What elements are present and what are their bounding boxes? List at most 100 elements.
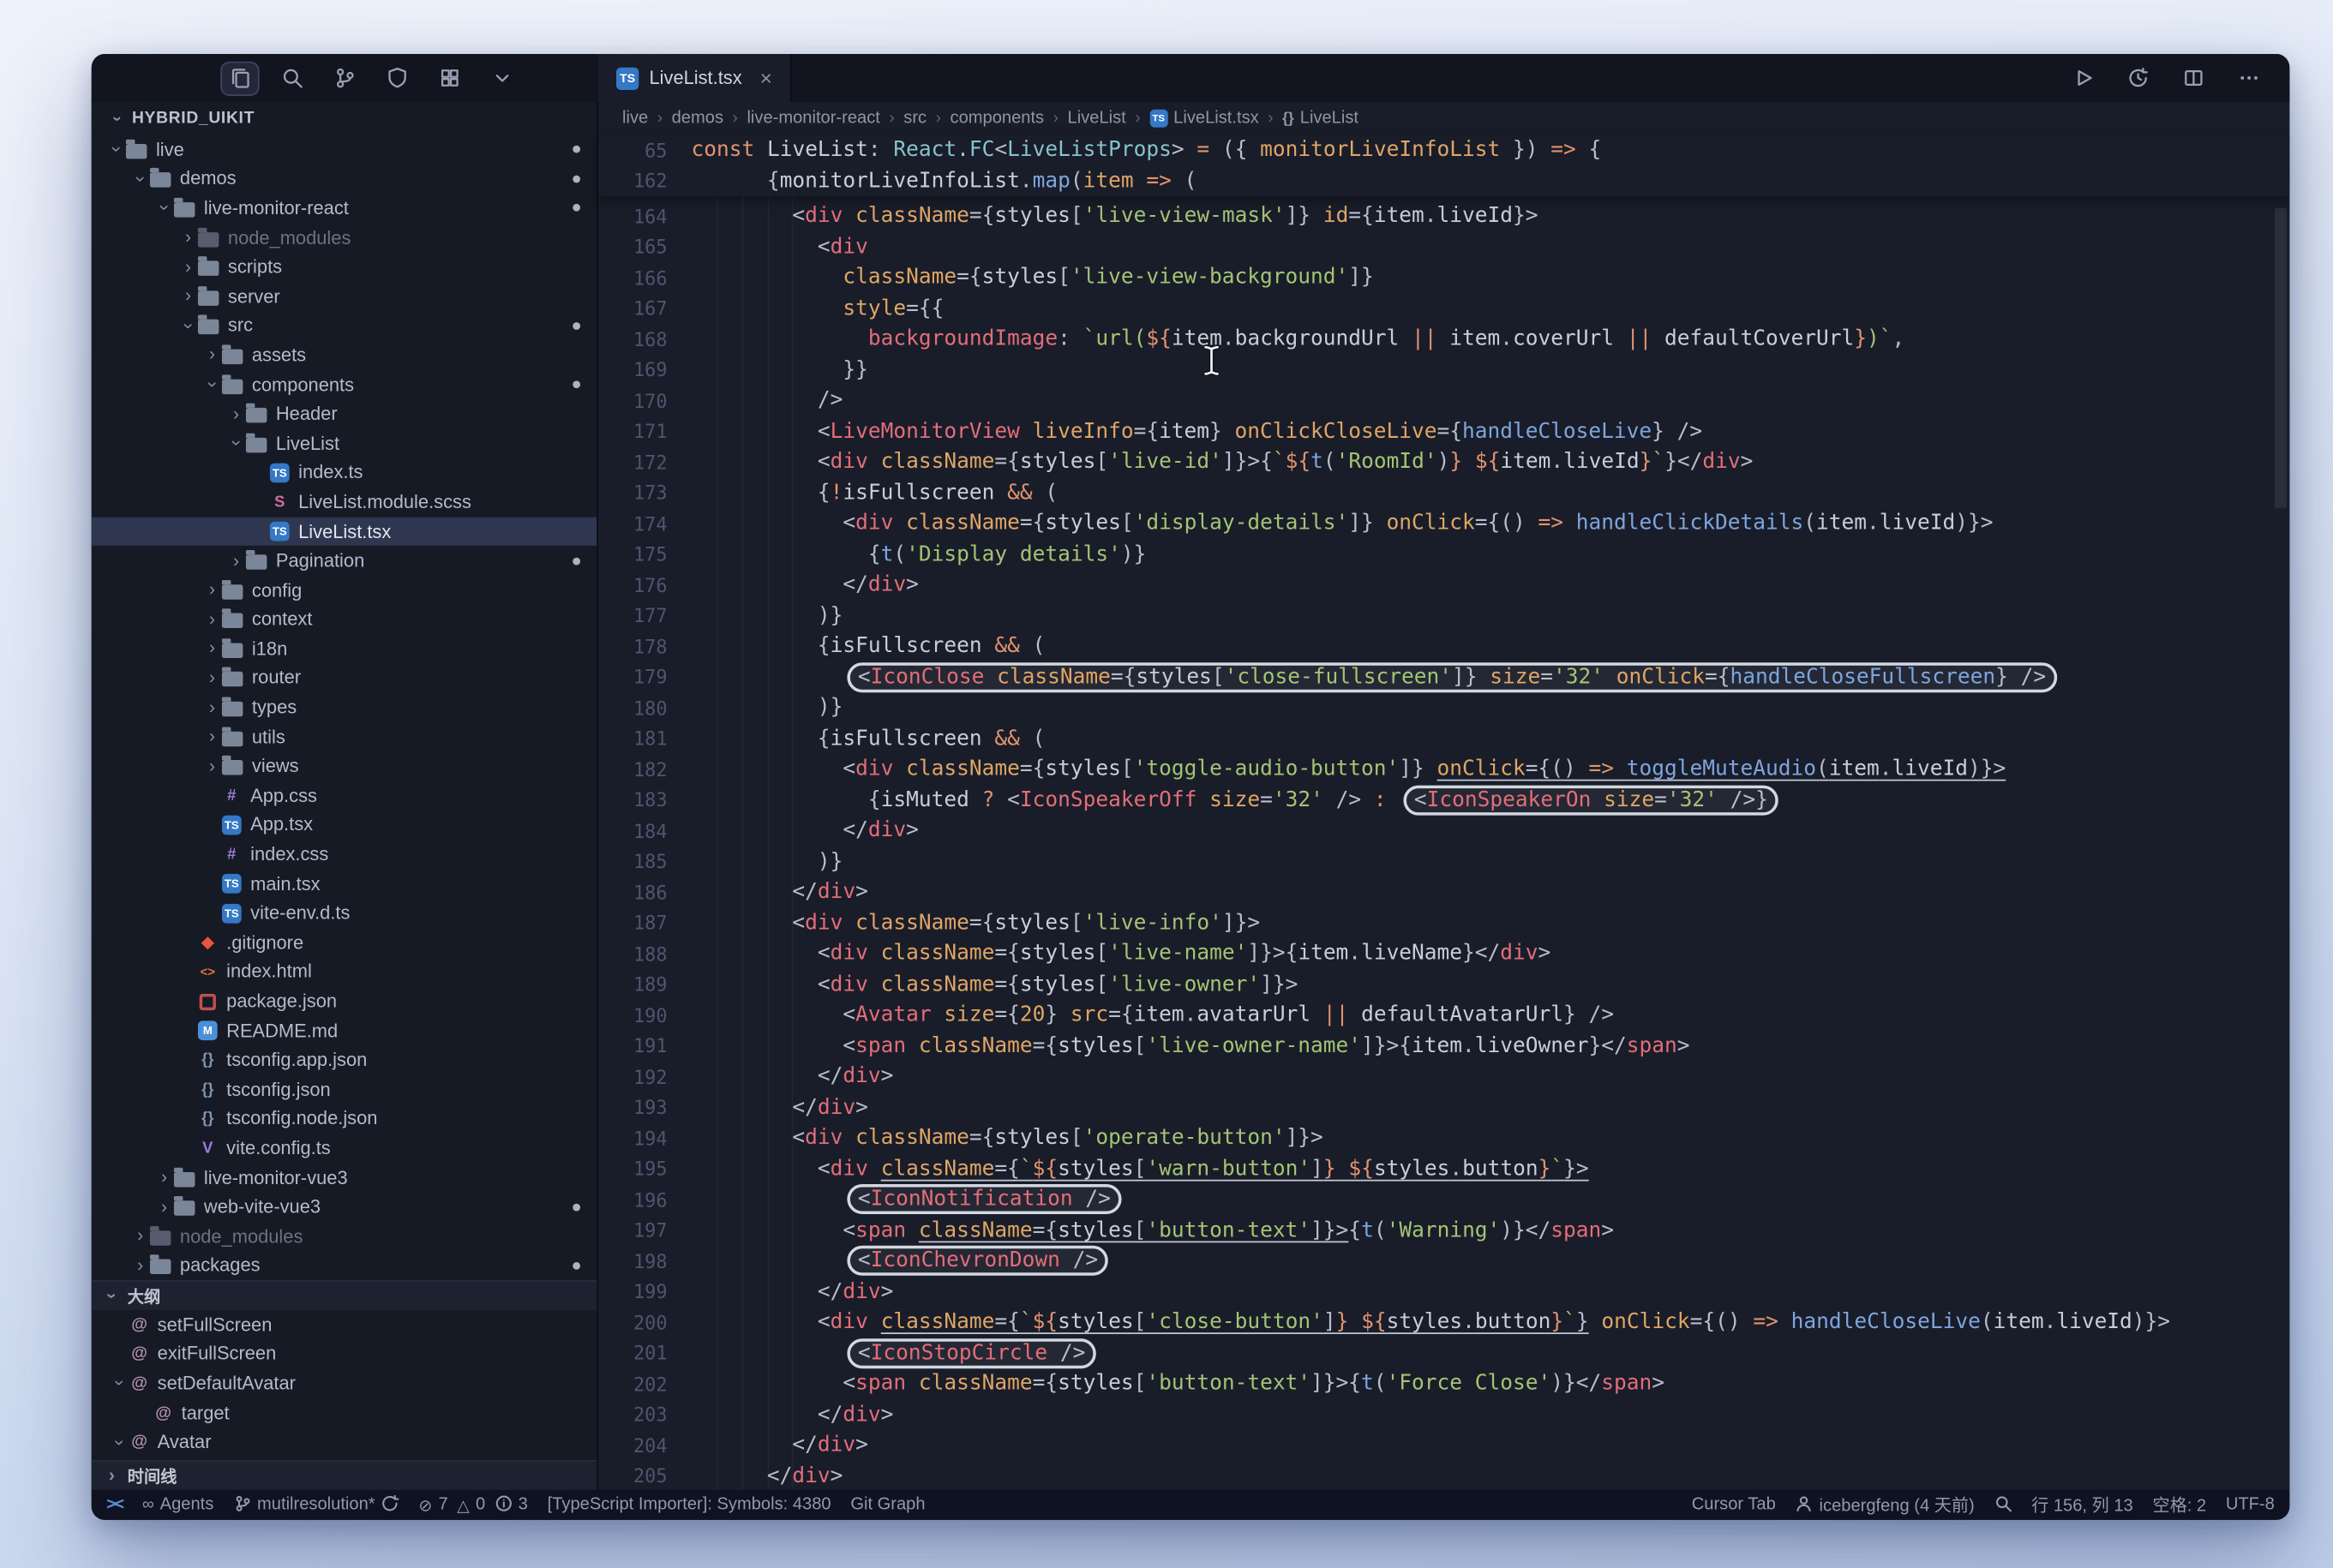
line-content[interactable]: <Avatar size={20} src={item.avatarUrl ||… — [691, 1003, 1614, 1027]
chevron-open-icon[interactable]: › — [202, 374, 222, 394]
tree-item[interactable]: ›live — [92, 135, 597, 164]
line-content[interactable]: <div className={styles['display-details'… — [691, 512, 1993, 536]
line-number[interactable]: 179 — [598, 666, 691, 688]
tree-item[interactable]: ◆.gitignore — [92, 928, 597, 957]
code-line[interactable]: 181{isFullscreen && ( — [598, 723, 2289, 754]
line-content[interactable]: <span className={styles['button-text']}>… — [691, 1218, 1614, 1242]
line-number[interactable]: 192 — [598, 1065, 691, 1087]
line-content[interactable]: )} — [691, 696, 843, 720]
explorer-header[interactable]: › HYBRID_UIKIT — [92, 102, 597, 135]
line-content[interactable]: className={styles['live-view-background'… — [691, 266, 1373, 290]
chevron-open-icon[interactable]: › — [154, 199, 174, 218]
code-line[interactable]: 192</div> — [598, 1062, 2289, 1092]
line-content[interactable]: {t('Display details')} — [691, 542, 1146, 566]
line-content[interactable]: <div className={styles['toggle-audio-but… — [691, 757, 2006, 781]
line-content[interactable]: </div> — [691, 1095, 867, 1119]
code-line[interactable]: 165<div — [598, 231, 2289, 262]
code-line[interactable]: 162{monitorLiveInfoList.map(item => ( — [598, 165, 2289, 196]
tree-item[interactable]: ›src — [92, 311, 597, 340]
line-content[interactable]: )} — [691, 849, 843, 873]
breadcrumb-item[interactable]: TSLiveList.tsx — [1149, 110, 1259, 128]
line-content[interactable]: {isFullscreen && ( — [691, 727, 1045, 751]
code-line[interactable]: 197<span className={styles['button-text'… — [598, 1215, 2289, 1246]
line-number[interactable]: 187 — [598, 912, 691, 934]
line-number[interactable]: 193 — [598, 1096, 691, 1118]
code-line[interactable]: 175{t('Display details')} — [598, 539, 2289, 570]
line-content[interactable]: <div className={styles['live-info']}> — [691, 911, 1260, 935]
line-number[interactable]: 164 — [598, 205, 691, 227]
tree-item[interactable]: TSLiveList.tsx — [92, 517, 597, 546]
tree-item[interactable]: TSApp.tsx — [92, 811, 597, 840]
tree-item[interactable]: {}tsconfig.node.json — [92, 1104, 597, 1134]
code-line[interactable]: 174<div className={styles['display-detai… — [598, 508, 2289, 539]
tree-item[interactable]: ›types — [92, 693, 597, 722]
code-line[interactable]: 194<div className={styles['operate-butto… — [598, 1122, 2289, 1153]
code-line[interactable]: 178{isFullscreen && ( — [598, 631, 2289, 661]
line-number[interactable]: 174 — [598, 512, 691, 535]
line-number[interactable]: 162 — [598, 170, 691, 192]
chevron-open-icon[interactable]: › — [130, 169, 150, 189]
tree-item[interactable]: ›LiveList — [92, 428, 597, 458]
line-content[interactable]: </div> — [691, 1433, 867, 1457]
tree-item[interactable]: ›server — [92, 282, 597, 311]
tree-item[interactable]: ›router — [92, 663, 597, 692]
line-number[interactable]: 205 — [598, 1465, 691, 1487]
chevron-closed-icon[interactable]: › — [202, 727, 222, 747]
tree-item[interactable]: MREADME.md — [92, 1016, 597, 1045]
outline-item[interactable]: @exitFullScreen — [92, 1339, 597, 1368]
chevron-open-icon[interactable]: › — [178, 316, 198, 336]
code-line[interactable]: 65const LiveList: React.FC<LiveListProps… — [598, 135, 2289, 165]
line-number[interactable]: 199 — [598, 1280, 691, 1302]
files-icon[interactable] — [220, 61, 259, 95]
chevron-open-icon[interactable]: › — [106, 140, 126, 159]
line-number[interactable]: 169 — [598, 359, 691, 381]
line-content[interactable]: <div className={styles['live-name']}>{it… — [691, 942, 1550, 966]
tree-item[interactable]: ›packages — [92, 1251, 597, 1280]
line-content[interactable]: <div className={styles['live-owner']}> — [691, 973, 1298, 996]
chevron-closed-icon[interactable]: › — [202, 697, 222, 717]
warnings[interactable]: △0 — [457, 1495, 485, 1515]
code-line[interactable]: 177)} — [598, 601, 2289, 631]
line-content[interactable]: <span className={styles['live-owner-name… — [691, 1034, 1689, 1058]
code-line[interactable]: 195<div className={`${styles['warn-butto… — [598, 1153, 2289, 1184]
source-control-icon[interactable] — [326, 61, 364, 95]
chevron-open-icon[interactable]: › — [226, 434, 246, 453]
line-content[interactable]: <div className={`${styles['warn-button']… — [691, 1157, 1588, 1181]
tree-item[interactable]: ›assets — [92, 340, 597, 369]
tree-item[interactable]: ›i18n — [92, 634, 597, 663]
tree-item[interactable]: TSindex.ts — [92, 458, 597, 487]
scrollbar-thumb[interactable] — [2275, 208, 2287, 508]
chevron-closed-icon[interactable]: › — [178, 257, 198, 277]
outline-item[interactable]: @target — [92, 1398, 597, 1427]
tree-item[interactable]: ›scripts — [92, 253, 597, 282]
chevron-open-icon[interactable]: › — [110, 1433, 129, 1452]
line-number[interactable]: 167 — [598, 297, 691, 320]
code-line[interactable]: 171<LiveMonitorView liveInfo={item} onCl… — [598, 416, 2289, 446]
run-icon[interactable] — [2063, 61, 2102, 95]
chevron-closed-icon[interactable]: › — [202, 345, 222, 365]
chevron-down-icon[interactable] — [483, 61, 521, 95]
code-line[interactable]: 202<span className={styles['button-text'… — [598, 1368, 2289, 1399]
tree-item[interactable]: {}tsconfig.json — [92, 1074, 597, 1104]
chevron-closed-icon[interactable]: › — [130, 1256, 150, 1276]
line-number[interactable]: 184 — [598, 819, 691, 841]
line-number[interactable]: 197 — [598, 1219, 691, 1242]
code-line[interactable]: 187<div className={styles['live-info']}> — [598, 907, 2289, 938]
line-number[interactable]: 183 — [598, 789, 691, 811]
git-branch[interactable]: mutilresolution* — [233, 1493, 399, 1516]
chevron-closed-icon[interactable]: › — [202, 580, 222, 600]
line-number[interactable]: 189 — [598, 973, 691, 996]
timeline-section-header[interactable]: › 时间线 — [92, 1460, 597, 1490]
line-number[interactable]: 202 — [598, 1373, 691, 1395]
chevron-closed-icon[interactable]: › — [154, 1197, 174, 1217]
code-line[interactable]: 189<div className={styles['live-owner']}… — [598, 969, 2289, 1000]
line-content[interactable]: </div> — [691, 1464, 843, 1488]
tree-item[interactable]: ›live-monitor-vue3 — [92, 1163, 597, 1192]
cursor-position[interactable]: 行 156, 列 13 — [2031, 1493, 2133, 1517]
line-number[interactable]: 201 — [598, 1342, 691, 1364]
line-number[interactable]: 178 — [598, 635, 691, 657]
outline-item[interactable]: ›@setDefaultAvatar — [92, 1369, 597, 1398]
line-content[interactable]: <div className={styles['live-id']}>{`${t… — [691, 450, 1753, 474]
line-content[interactable]: <LiveMonitorView liveInfo={item} onClick… — [691, 419, 1702, 443]
breadcrumb-item[interactable]: demos — [672, 110, 723, 128]
